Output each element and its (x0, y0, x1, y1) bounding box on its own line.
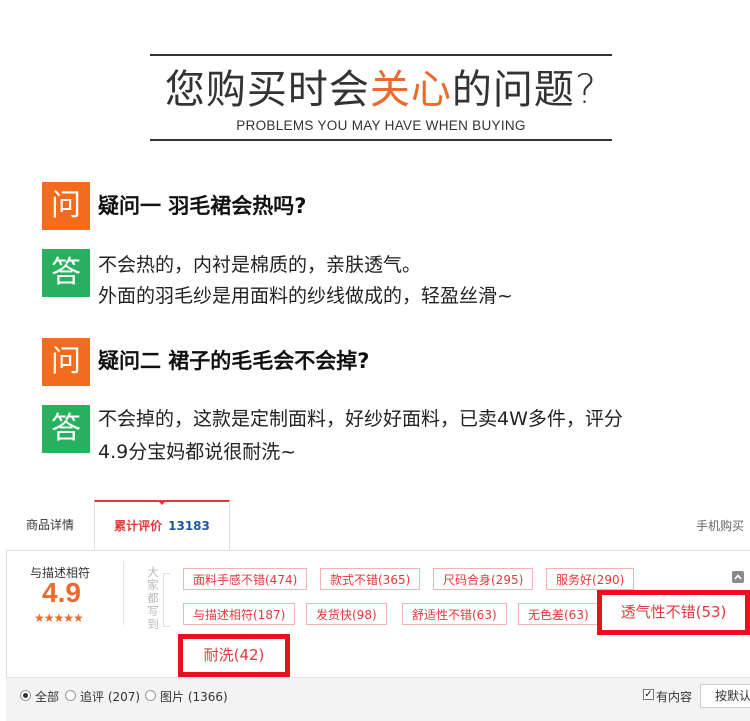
question-1: 疑问一 羽毛裙会热吗? (98, 194, 307, 218)
question-badge-2: 问 (42, 338, 90, 386)
question-badge-1: 问 (42, 182, 90, 230)
tag-breathable-highlighted[interactable]: 透气性不错(53) (597, 590, 750, 635)
everyone-wrote-label: 大家都写到 (147, 565, 159, 631)
collapse-tags-button[interactable] (732, 571, 744, 583)
question-2: 疑问二 裙子的毛毛会不会掉? (98, 349, 370, 373)
tag-good-service[interactable]: 服务好(290) (546, 568, 635, 590)
radio-images[interactable] (145, 690, 156, 701)
tab-reviews[interactable]: 累计评价 13183 (94, 500, 230, 550)
mobile-buy-link[interactable]: 手机购买 (696, 517, 744, 534)
header-top-rule (150, 54, 612, 56)
radio-followup-label: 追评 (207) (80, 690, 141, 704)
page-subtitle: PROBLEMS YOU MAY HAVE WHEN BUYING (236, 118, 526, 133)
tab-reviews-label: 累计评价 (114, 519, 163, 533)
radio-all[interactable] (20, 690, 31, 701)
answer-badge-1: 答 (42, 249, 90, 297)
tag-fabric-feel[interactable]: 面料手感不错(474) (183, 568, 308, 590)
sort-default-dropdown[interactable]: 按默认 (700, 684, 750, 708)
tag-washable-highlighted[interactable]: 耐洗(42) (178, 634, 290, 677)
active-tab-arrow (157, 500, 167, 505)
radio-all-label: 全部 (35, 690, 60, 704)
title-highlight: 关心 (369, 67, 452, 113)
tab-product-details[interactable]: 商品详情 (6, 500, 94, 550)
tags-bracket (163, 573, 170, 627)
has-content-checkbox[interactable]: ✓ (643, 689, 654, 700)
answer-1-line-2: 外面的羽毛纱是用面料的纱线做成的，轻盈丝滑~ (98, 285, 513, 307)
tag-comfort-good[interactable]: 舒适性不错(63) (402, 603, 507, 625)
radio-followup[interactable] (65, 690, 76, 701)
header-bottom-rule (150, 139, 612, 141)
tag-matches-description[interactable]: 与描述相符(187) (183, 603, 296, 625)
tag-fast-shipping[interactable]: 发货快(98) (306, 603, 387, 625)
tag-size-fit[interactable]: 尺码合身(295) (433, 568, 534, 590)
page-title: 您购买时会关心的问题? (164, 67, 598, 113)
radio-images-label: 图片 (1366) (160, 690, 228, 704)
tag-style-good[interactable]: 款式不错(365) (320, 568, 421, 590)
answer-badge-2: 答 (42, 405, 90, 453)
tab-reviews-count: 13183 (168, 519, 210, 533)
has-content-label: 有内容 (656, 690, 693, 704)
answer-1-line-1: 不会热的，内衬是棉质的，亲肤透气。 (98, 254, 422, 276)
score-value: 4.9 (42, 577, 81, 608)
answer-2-line-1: 不会掉的，这款是定制面料，好纱好面料，已卖4W多件，评分 (98, 408, 623, 430)
score-stars: ★★★★★ (34, 611, 84, 625)
chevron-up-icon (734, 574, 742, 580)
answer-2-line-2: 4.9分宝妈都说很耐洗~ (98, 441, 297, 463)
score-divider (123, 561, 124, 625)
tag-no-color-diff[interactable]: 无色差(63) (518, 603, 599, 625)
